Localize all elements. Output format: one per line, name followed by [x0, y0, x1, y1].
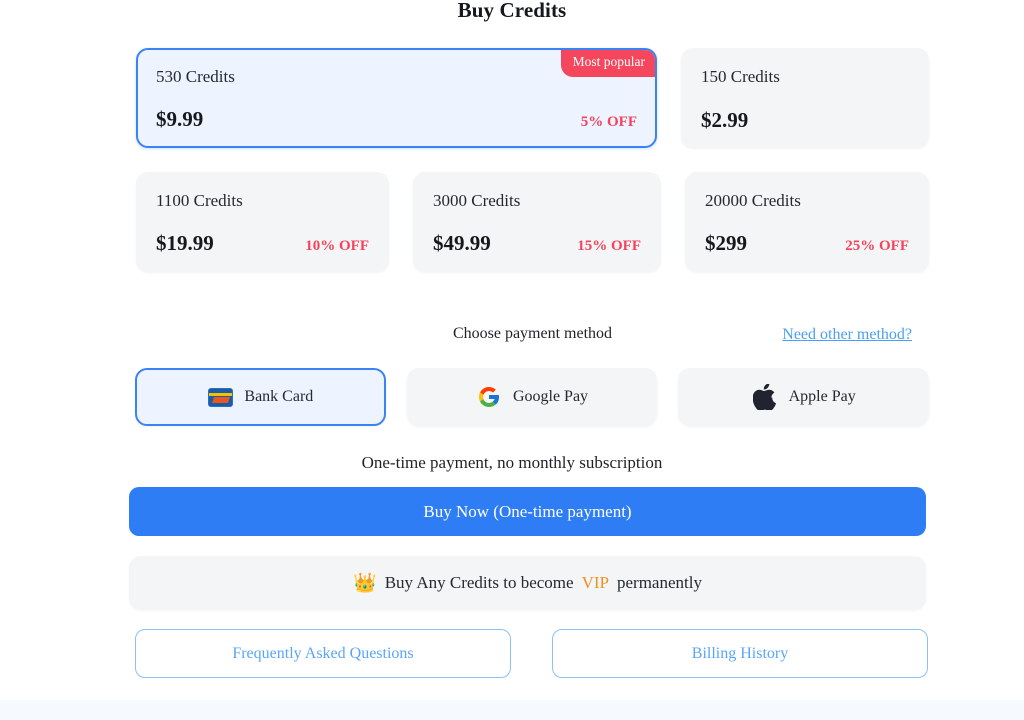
buy-now-button[interactable]: Buy Now (One-time payment): [129, 487, 926, 536]
package-price: $49.99: [433, 231, 491, 255]
crown-icon: 👑: [353, 572, 377, 594]
vip-banner: 👑 Buy Any Credits to become VIP permanen…: [129, 556, 926, 610]
package-credits: 1100 Credits: [156, 191, 243, 210]
package-row-2: 1100 Credits $19.99 10% OFF 3000 Credits…: [136, 172, 929, 272]
vip-banner-text-before: Buy Any Credits to become: [384, 573, 574, 592]
footer-links: Frequently Asked Questions Billing Histo…: [135, 629, 928, 678]
payment-method-apple-pay[interactable]: Apple Pay: [678, 368, 930, 426]
package-price: $19.99: [156, 231, 214, 255]
payment-method-label: Bank Card: [244, 388, 314, 405]
package-price-row: $19.99 10% OFF: [156, 231, 369, 256]
package-price-row: $9.99 5% OFF: [156, 107, 637, 132]
package-price: $9.99: [156, 107, 204, 131]
package-credits: 3000 Credits: [433, 191, 521, 210]
payment-method-label: Google Pay: [512, 388, 589, 405]
package-discount: 25% OFF: [845, 238, 909, 254]
google-logo-icon: [476, 384, 502, 410]
package-price-row: $299 25% OFF: [705, 231, 909, 256]
package-discount: 5% OFF: [580, 114, 637, 130]
apple-logo-icon: [752, 384, 778, 410]
bottom-strip: [0, 700, 1024, 720]
billing-history-button[interactable]: Billing History: [552, 629, 928, 678]
package-credits: 20000 Credits: [705, 191, 801, 210]
buy-credits-page: Buy Credits Most popular 530 Credits $9.…: [0, 0, 1024, 720]
package-price-row: $2.99: [701, 108, 909, 132]
payment-method-label: Apple Pay: [788, 388, 856, 405]
most-popular-badge: Most popular: [560, 50, 655, 77]
payment-section-header: Choose payment method Need other method?: [136, 322, 929, 346]
package-row-1: Most popular 530 Credits $9.99 5% OFF 15…: [136, 48, 929, 148]
faq-button[interactable]: Frequently Asked Questions: [135, 629, 511, 678]
payment-methods: Bank Card Google Pay Apple Pay: [135, 368, 930, 426]
package-discount: 15% OFF: [577, 238, 641, 254]
vip-banner-text-after: permanently: [616, 573, 702, 592]
payment-method-google-pay[interactable]: Google Pay: [406, 368, 658, 426]
bank-card-icon: [207, 384, 233, 410]
package-discount: 10% OFF: [305, 238, 369, 254]
package-card-3000[interactable]: 3000 Credits $49.99 15% OFF: [413, 172, 661, 272]
package-card-1100[interactable]: 1100 Credits $19.99 10% OFF: [136, 172, 389, 272]
package-credits: 150 Credits: [701, 67, 780, 86]
need-other-method-link[interactable]: Need other method?: [782, 323, 912, 347]
package-price: $2.99: [701, 108, 749, 132]
vip-banner-vip-word: VIP: [581, 573, 609, 592]
package-card-530[interactable]: Most popular 530 Credits $9.99 5% OFF: [136, 48, 657, 148]
package-price-row: $49.99 15% OFF: [433, 231, 641, 256]
one-time-payment-note: One-time payment, no monthly subscriptio…: [361, 453, 663, 472]
page-title: Buy Credits: [457, 0, 567, 22]
package-card-150[interactable]: 150 Credits $2.99: [681, 48, 929, 148]
credit-packages: Most popular 530 Credits $9.99 5% OFF 15…: [136, 48, 929, 272]
payment-method-bank-card[interactable]: Bank Card: [135, 368, 386, 426]
package-card-20000[interactable]: 20000 Credits $299 25% OFF: [685, 172, 929, 272]
package-price: $299: [705, 231, 747, 255]
